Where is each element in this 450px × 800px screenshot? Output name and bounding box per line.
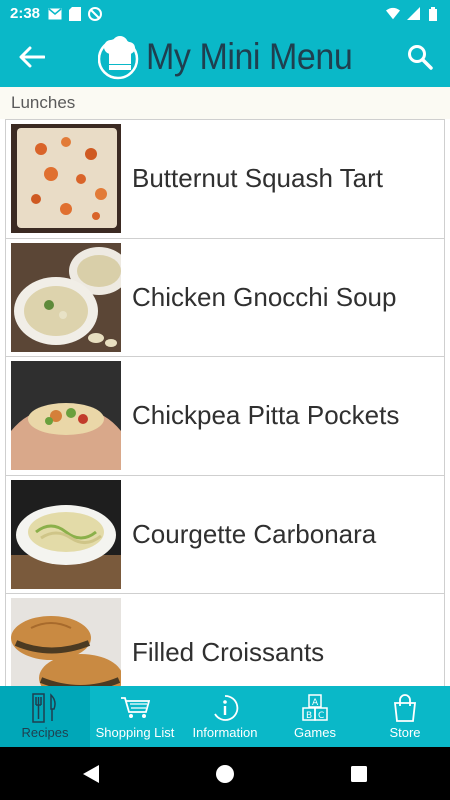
recipe-item-courgette-carbonara[interactable]: Courgette Carbonara xyxy=(6,476,444,594)
butternut-squash-tart-photo xyxy=(11,124,121,234)
system-navigation-bar xyxy=(0,747,450,800)
fork-knife-icon xyxy=(30,693,60,723)
shopping-cart-icon xyxy=(120,693,150,723)
battery-icon xyxy=(426,6,440,21)
nav-games[interactable]: A B C Games xyxy=(270,686,360,747)
filled-croissants-photo xyxy=(11,598,121,686)
chicken-gnocchi-soup-photo xyxy=(11,242,121,352)
nav-label: Information xyxy=(192,725,258,740)
nav-label: Recipes xyxy=(21,725,69,740)
nav-information[interactable]: Information xyxy=(180,686,270,747)
recipe-name: Butternut Squash Tart xyxy=(132,163,384,194)
bottom-navigation: Recipes Shopping List Information A B C … xyxy=(0,686,450,747)
status-bar: 2:38 xyxy=(0,0,450,27)
wifi-icon xyxy=(386,7,400,21)
home-circle-icon[interactable] xyxy=(213,762,237,786)
recipe-name: Courgette Carbonara xyxy=(132,518,377,549)
recipe-name: Chickpea Pitta Pockets xyxy=(132,400,400,431)
shopping-bag-icon xyxy=(390,693,420,723)
chickpea-pitta-pockets-photo xyxy=(11,361,121,471)
app-logo: My Mini Menu xyxy=(98,31,370,83)
section-title: Lunches xyxy=(0,87,450,119)
recipe-name: Chicken Gnocchi Soup xyxy=(132,281,397,312)
nav-label: Games xyxy=(294,725,336,740)
back-triangle-icon[interactable] xyxy=(79,762,103,786)
courgette-carbonara-photo xyxy=(11,479,121,589)
recipe-item-chickpea-pitta-pockets[interactable]: Chickpea Pitta Pockets xyxy=(6,357,444,476)
nav-store[interactable]: Store xyxy=(360,686,450,747)
app-bar: My Mini Menu xyxy=(0,27,450,87)
search-button[interactable] xyxy=(402,39,438,75)
arrow-back-icon xyxy=(19,46,45,68)
recipe-item-butternut-squash-tart[interactable]: Butternut Squash Tart xyxy=(6,120,444,239)
info-icon xyxy=(210,693,240,723)
back-button[interactable] xyxy=(14,39,50,75)
search-icon xyxy=(408,45,433,70)
recents-square-icon[interactable] xyxy=(347,762,371,786)
do-not-disturb-icon xyxy=(88,6,103,21)
sd-card-icon xyxy=(68,6,82,21)
nav-label: Shopping List xyxy=(95,725,175,740)
recipe-item-chicken-gnocchi-soup[interactable]: Chicken Gnocchi Soup xyxy=(6,239,444,357)
nav-shopping-list[interactable]: Shopping List xyxy=(90,686,180,747)
recipe-name: Filled Croissants xyxy=(132,637,325,668)
svg-text:A: A xyxy=(312,698,319,708)
nav-label: Store xyxy=(389,725,421,740)
app-title: My Mini Menu xyxy=(146,36,353,77)
nav-recipes[interactable]: Recipes xyxy=(0,686,90,747)
svg-text:C: C xyxy=(318,711,324,721)
mail-icon xyxy=(48,7,62,21)
status-time: 2:38 xyxy=(10,5,41,22)
svg-text:B: B xyxy=(306,711,312,721)
abc-blocks-icon: A B C xyxy=(300,693,330,723)
recipe-list[interactable]: Butternut Squash Tart Chicken Gnocchi So… xyxy=(5,119,445,686)
recipe-item-filled-croissants[interactable]: Filled Croissants xyxy=(6,594,444,686)
signal-icon xyxy=(406,7,420,21)
chef-hat-icon xyxy=(98,36,139,80)
